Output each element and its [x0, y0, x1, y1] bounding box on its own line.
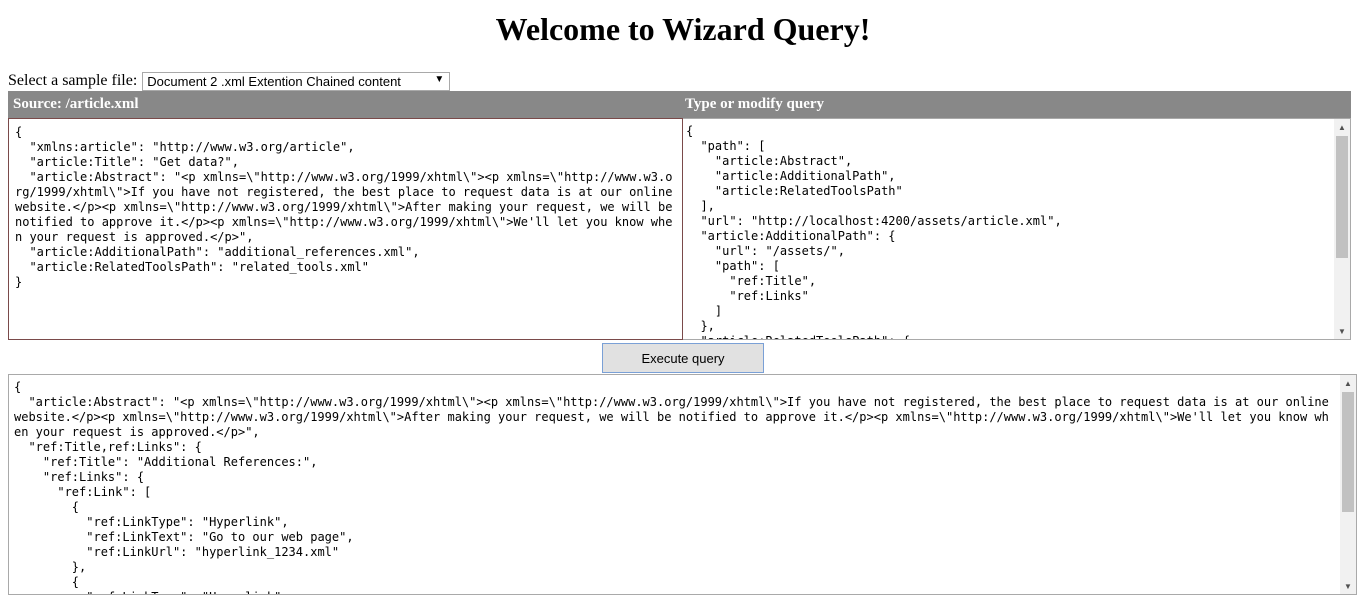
query-header: Type or modify query — [685, 96, 825, 112]
query-textarea[interactable]: { "path": [ "article:Abstract", "article… — [683, 118, 1351, 340]
execute-query-button[interactable]: Execute query — [602, 343, 764, 373]
panel-header-bar: Source: /article.xml Type or modify quer… — [8, 91, 1351, 118]
result-textarea[interactable]: { "article:Abstract": "<p xmlns=\"http:/… — [8, 374, 1357, 595]
source-textarea[interactable]: { "xmlns:article": "http://www.w3.org/ar… — [8, 118, 683, 340]
sample-file-select[interactable]: Document 2 .xml Extention Chained conten… — [142, 71, 451, 91]
dropdown-arrow-icon: ▼ — [434, 73, 445, 85]
source-content: { "xmlns:article": "http://www.w3.org/ar… — [15, 125, 673, 289]
query-scrollbar[interactable]: ▲ ▼ — [1334, 119, 1350, 339]
scroll-up-arrow-icon[interactable]: ▲ — [1334, 119, 1350, 135]
source-header: Source: /article.xml — [13, 96, 139, 112]
sample-file-label: Select a sample file: — [8, 72, 138, 89]
result-scrollbar[interactable]: ▲ ▼ — [1340, 375, 1356, 594]
sample-file-row: Select a sample file: Document 2 .xml Ex… — [8, 71, 451, 91]
scroll-up-arrow-icon[interactable]: ▲ — [1340, 375, 1356, 391]
page-title: Welcome to Wizard Query! — [495, 11, 871, 47]
scroll-down-arrow-icon[interactable]: ▼ — [1340, 578, 1356, 594]
query-content: { "path": [ "article:Abstract", "article… — [686, 124, 1062, 339]
result-content: { "article:Abstract": "<p xmlns=\"http:/… — [14, 380, 1329, 594]
sample-file-selected-value: Document 2 .xml Extention Chained conten… — [147, 73, 401, 89]
scroll-down-arrow-icon[interactable]: ▼ — [1334, 323, 1350, 339]
result-scrollbar-thumb[interactable] — [1342, 392, 1354, 512]
query-scrollbar-thumb[interactable] — [1336, 136, 1348, 258]
